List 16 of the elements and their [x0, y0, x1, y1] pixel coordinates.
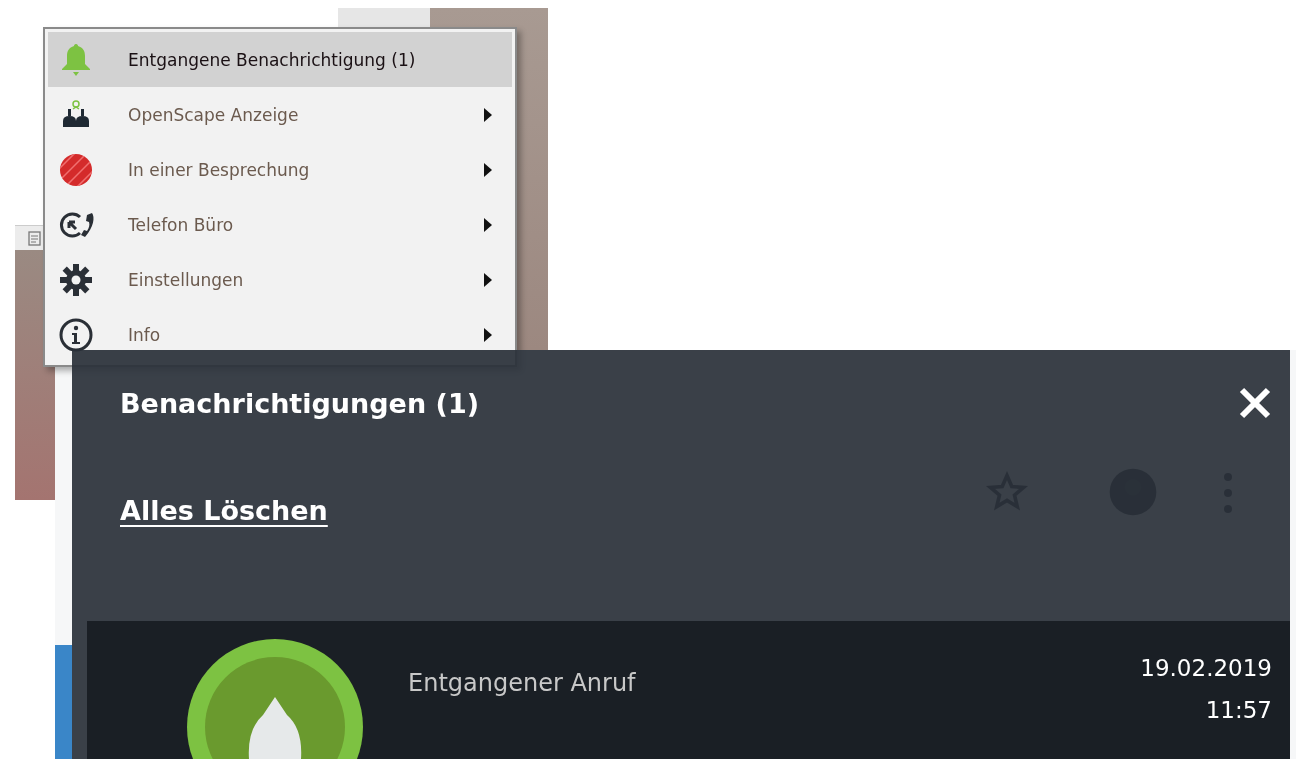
menu-item[interactable]: Telefon Büro	[48, 197, 512, 252]
notification-time: 11:57	[1205, 696, 1272, 725]
notification-title: Entgangener Anruf	[408, 669, 636, 697]
close-icon[interactable]	[1238, 386, 1272, 420]
document-icon	[27, 231, 43, 247]
clear-all-link[interactable]: Alles Löschen	[120, 495, 328, 526]
busy-status-icon	[58, 151, 94, 188]
menu-item[interactable]: In einer Besprechung	[48, 142, 512, 197]
notification-card[interactable]: Entgangener Anruf 19.02.2019 11:57	[87, 621, 1290, 759]
menu-item[interactable]: Einstellungen	[48, 252, 512, 307]
panel-title: Benachrichtigungen (1)	[120, 387, 479, 419]
notification-date: 19.02.2019	[1140, 654, 1272, 683]
avatar-icon	[187, 639, 363, 759]
menu-item[interactable]: Entgangene Benachrichtigung (1)	[48, 32, 512, 87]
menu-item[interactable]: OpenScape Anzeige	[48, 87, 512, 142]
settings-icon	[58, 261, 94, 298]
